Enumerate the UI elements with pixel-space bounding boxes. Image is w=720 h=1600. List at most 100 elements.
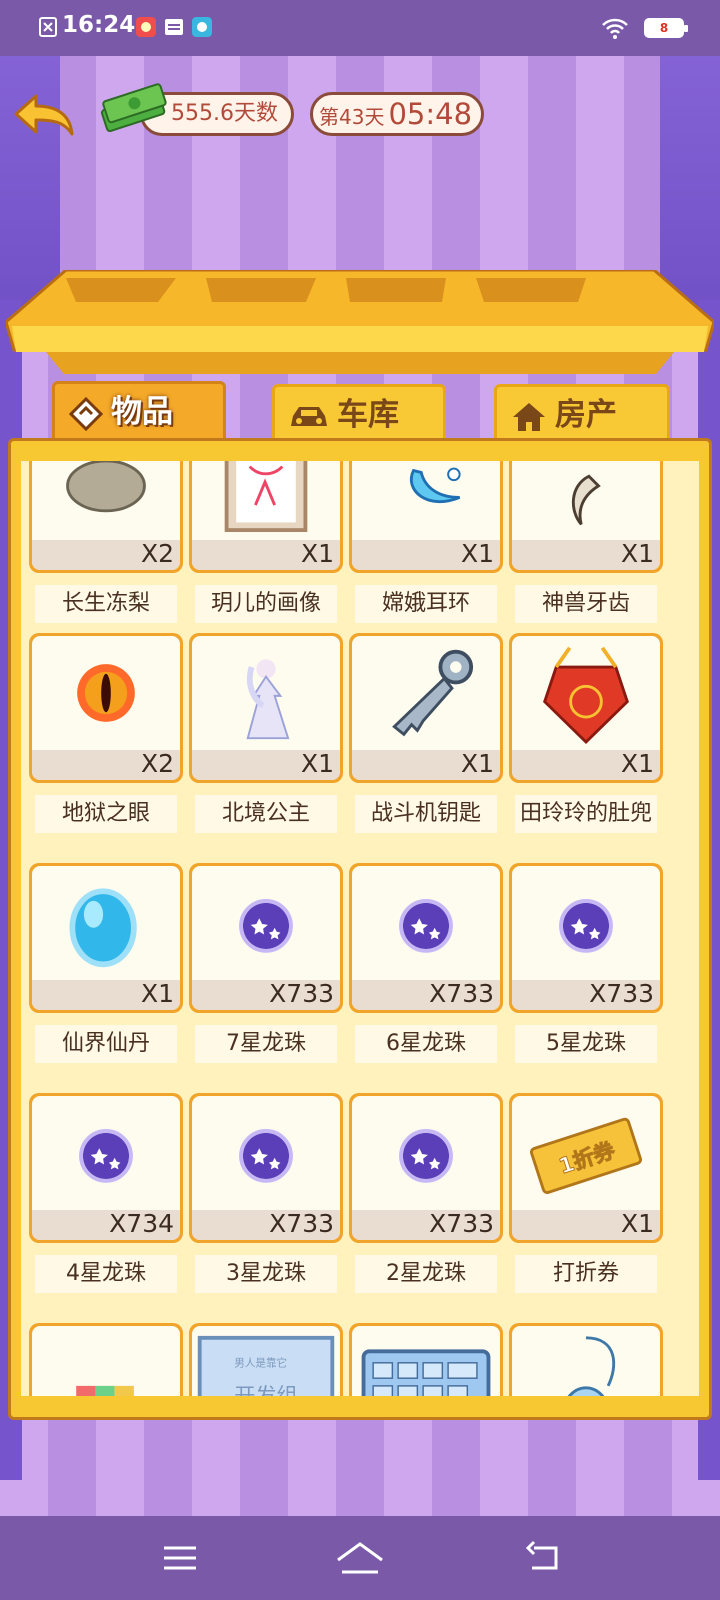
item-name: 7星龙珠 xyxy=(195,1025,337,1063)
mouse-icon xyxy=(567,1336,616,1396)
item-card[interactable] xyxy=(29,1323,183,1396)
item-name: 4星龙珠 xyxy=(35,1255,177,1293)
item-card[interactable]: X733 xyxy=(349,863,503,1013)
item-quantity: X1 xyxy=(620,749,654,778)
item-card[interactable]: X733 xyxy=(509,863,663,1013)
home-icon[interactable] xyxy=(334,1538,386,1578)
system-nav-bar xyxy=(0,1516,720,1600)
item-quantity: X1 xyxy=(140,979,174,1008)
game-notification-icon xyxy=(192,17,212,37)
item-name: 打折券 xyxy=(515,1255,657,1293)
inventory-grid[interactable]: X2 长生冻梨 X1 玥儿的画像 X1 嫦娥耳环 X1 神兽牙齿 X2 地狱之眼 X1 北境公主 X1 战… xyxy=(21,461,699,1396)
tab-items-label: 物品 xyxy=(111,394,173,430)
calendar-icon xyxy=(165,19,183,35)
item-card[interactable]: X2 xyxy=(29,633,183,783)
item-name: 6星龙珠 xyxy=(355,1025,497,1063)
item-card[interactable] xyxy=(509,1323,663,1396)
cube-block-icon xyxy=(76,1385,134,1396)
item-quantity: X1 xyxy=(460,539,494,568)
monitor-icon: 男人是靠它开发组 xyxy=(197,1335,335,1396)
dudou-icon xyxy=(543,646,629,745)
beast-tooth-icon xyxy=(571,474,601,526)
earring-icon xyxy=(410,467,461,504)
item-quantity: X734 xyxy=(109,1209,174,1238)
item-card[interactable]: X1 xyxy=(29,863,183,1013)
tab-house-label: 房产 xyxy=(555,397,617,433)
fighter-key-icon xyxy=(392,649,474,737)
coupon-icon: 1折券 xyxy=(529,1117,643,1195)
inventory-panel: X2 长生冻梨 X1 玥儿的画像 X1 嫦娥耳环 X1 神兽牙齿 X2 地狱之眼 X1 北境公主 X1 战… xyxy=(8,438,712,1420)
item-quantity: X1 xyxy=(460,749,494,778)
status-time: 16:24 xyxy=(62,12,136,38)
tab-garage[interactable]: 车库 xyxy=(272,384,446,444)
item-card[interactable]: 1折券 X1 xyxy=(509,1093,663,1243)
menu-icon[interactable] xyxy=(160,1538,200,1578)
item-card[interactable]: X1 xyxy=(349,633,503,783)
item-card[interactable]: X733 xyxy=(189,1093,343,1243)
svg-text:男人是靠它: 男人是靠它 xyxy=(234,1357,287,1370)
item-card[interactable]: 男人是靠它 开发组 xyxy=(189,1323,343,1396)
item-quantity: X1 xyxy=(620,539,654,568)
item-name: 3星龙珠 xyxy=(195,1255,337,1293)
day-label: 第43天 xyxy=(319,105,385,129)
item-name: 玥儿的画像 xyxy=(195,585,337,623)
back-arrow-icon[interactable] xyxy=(12,92,76,140)
svg-text:开发组: 开发组 xyxy=(234,1383,297,1396)
notification-icon xyxy=(39,17,57,37)
item-card[interactable]: X733 xyxy=(189,863,343,1013)
item-card[interactable] xyxy=(349,1323,503,1396)
item-card[interactable]: X1 xyxy=(189,461,343,573)
wifi-icon xyxy=(602,18,628,39)
item-quantity: X2 xyxy=(140,539,174,568)
item-quantity: X733 xyxy=(269,979,334,1008)
item-card[interactable]: X733 xyxy=(349,1093,503,1243)
back-icon[interactable] xyxy=(524,1538,564,1578)
princess-icon xyxy=(246,659,290,740)
diamond-icon xyxy=(69,396,103,431)
item-name: 地狱之眼 xyxy=(35,795,177,833)
item-name: 2星龙珠 xyxy=(355,1255,497,1293)
item-card[interactable]: X734 xyxy=(29,1093,183,1243)
portrait-icon xyxy=(224,461,308,533)
item-name: 田玲玲的肚兜 xyxy=(515,795,657,833)
item-name: 北境公主 xyxy=(195,795,337,833)
money-value: 555.6天数 xyxy=(171,101,278,126)
elixir-icon xyxy=(69,888,137,968)
item-name: 仙界仙丹 xyxy=(35,1025,177,1063)
item-quantity: X2 xyxy=(140,749,174,778)
dragon-ball-icon xyxy=(399,1128,453,1183)
tab-house[interactable]: 房产 xyxy=(494,384,670,444)
car-icon xyxy=(291,406,327,426)
shop-awning xyxy=(6,270,714,374)
item-card[interactable]: X1 xyxy=(189,633,343,783)
day-time-display: 第43天 05:48 xyxy=(310,92,484,136)
keyboard-icon xyxy=(361,1349,491,1396)
dragon-ball-icon xyxy=(399,898,453,953)
hell-eye-icon xyxy=(77,664,135,722)
item-name: 长生冻梨 xyxy=(35,585,177,623)
clock-label: 05:48 xyxy=(388,97,473,131)
item-card[interactable]: X1 xyxy=(349,461,503,573)
app-notification-icon xyxy=(136,17,156,37)
item-card[interactable]: X1 xyxy=(509,461,663,573)
frozen-pear-icon xyxy=(66,461,146,513)
item-quantity: X1 xyxy=(300,539,334,568)
item-quantity: X733 xyxy=(429,1209,494,1238)
tab-items[interactable]: 物品 xyxy=(52,381,226,445)
dragon-ball-icon xyxy=(559,898,613,953)
cash-stack-icon xyxy=(100,83,167,133)
dragon-ball-icon xyxy=(239,898,293,953)
item-quantity: X733 xyxy=(589,979,654,1008)
item-card[interactable]: X2 xyxy=(29,461,183,573)
item-card[interactable]: X1 xyxy=(509,633,663,783)
item-name: 战斗机钥匙 xyxy=(355,795,497,833)
item-quantity: X733 xyxy=(429,979,494,1008)
item-quantity: X733 xyxy=(269,1209,334,1238)
dragon-ball-icon xyxy=(239,1128,293,1183)
status-bar: 16:24 8 xyxy=(0,0,720,56)
item-quantity: X1 xyxy=(300,749,334,778)
battery-indicator: 8 xyxy=(644,18,688,38)
dragon-ball-icon xyxy=(79,1128,133,1183)
app-screen: 16:24 8 555.6天数 第43天 05:48 物品 车库 房产 X2 长生冻… xyxy=(0,0,720,1600)
item-name: 嫦娥耳环 xyxy=(355,585,497,623)
